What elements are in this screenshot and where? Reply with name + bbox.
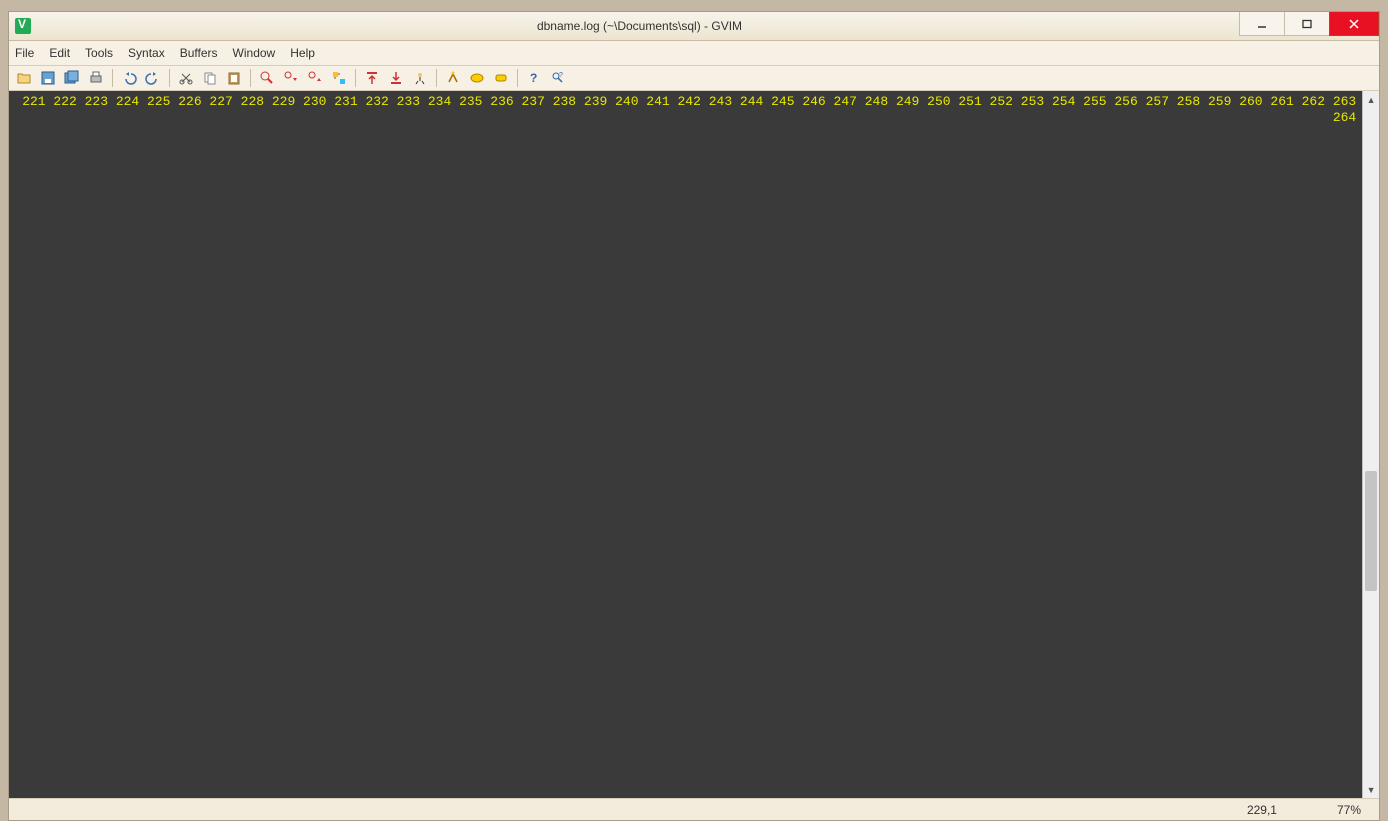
find-icon[interactable] [256, 68, 278, 88]
make-icon[interactable] [442, 68, 464, 88]
save-all-icon[interactable] [61, 68, 83, 88]
toolbar-separator [112, 69, 113, 87]
titlebar[interactable]: dbname.log (~\Documents\sql) - GVIM [9, 12, 1379, 41]
close-button[interactable] [1329, 12, 1379, 36]
find-prev-icon[interactable] [304, 68, 326, 88]
toolbar: ? ? [9, 66, 1379, 92]
svg-text:?: ? [530, 71, 537, 85]
menubar: File Edit Tools Syntax Buffers Window He… [9, 41, 1379, 66]
run-script-icon[interactable] [409, 68, 431, 88]
save-icon[interactable] [37, 68, 59, 88]
save-session-icon[interactable] [385, 68, 407, 88]
toolbar-separator [355, 69, 356, 87]
menu-buffers[interactable]: Buffers [180, 46, 218, 60]
find-next-icon[interactable] [280, 68, 302, 88]
copy-icon[interactable] [199, 68, 221, 88]
toolbar-separator [169, 69, 170, 87]
gvim-window: dbname.log (~\Documents\sql) - GVIM File… [8, 11, 1380, 821]
svg-text:?: ? [559, 72, 563, 79]
shell-icon[interactable] [466, 68, 488, 88]
menu-window[interactable]: Window [233, 46, 276, 60]
undo-icon[interactable] [118, 68, 140, 88]
statusbar: 229,1 77% [9, 798, 1379, 820]
maximize-button[interactable] [1284, 12, 1330, 36]
load-session-icon[interactable] [361, 68, 383, 88]
menu-tools[interactable]: Tools [85, 46, 113, 60]
gvim-icon [15, 18, 31, 34]
scroll-up-icon[interactable]: ▲ [1363, 91, 1379, 108]
help-icon[interactable]: ? [523, 68, 545, 88]
print-icon[interactable] [85, 68, 107, 88]
cursor-position: 229,1 [1247, 803, 1277, 817]
vertical-scrollbar[interactable]: ▲ ▼ [1362, 91, 1379, 798]
scroll-down-icon[interactable]: ▼ [1363, 781, 1379, 798]
paste-icon[interactable] [223, 68, 245, 88]
menu-syntax[interactable]: Syntax [128, 46, 165, 60]
menu-help[interactable]: Help [290, 46, 315, 60]
toolbar-separator [250, 69, 251, 87]
replace-icon[interactable] [328, 68, 350, 88]
minimize-button[interactable] [1239, 12, 1285, 36]
toolbar-separator [517, 69, 518, 87]
window-controls [1240, 12, 1379, 40]
toolbar-separator [436, 69, 437, 87]
cut-icon[interactable] [175, 68, 197, 88]
scroll-percent: 77% [1337, 803, 1361, 817]
tags-icon[interactable] [490, 68, 512, 88]
redo-icon[interactable] [142, 68, 164, 88]
menu-edit[interactable]: Edit [49, 46, 70, 60]
line-number-gutter: 221 222 223 224 225 226 227 228 229 230 … [9, 91, 1358, 798]
window-title: dbname.log (~\Documents\sql) - GVIM [39, 19, 1240, 33]
find-help-icon[interactable]: ? [547, 68, 569, 88]
editor: 221 222 223 224 225 226 227 228 229 230 … [9, 91, 1379, 798]
scrollbar-thumb[interactable] [1365, 471, 1377, 591]
menu-file[interactable]: File [15, 46, 34, 60]
open-icon[interactable] [13, 68, 35, 88]
